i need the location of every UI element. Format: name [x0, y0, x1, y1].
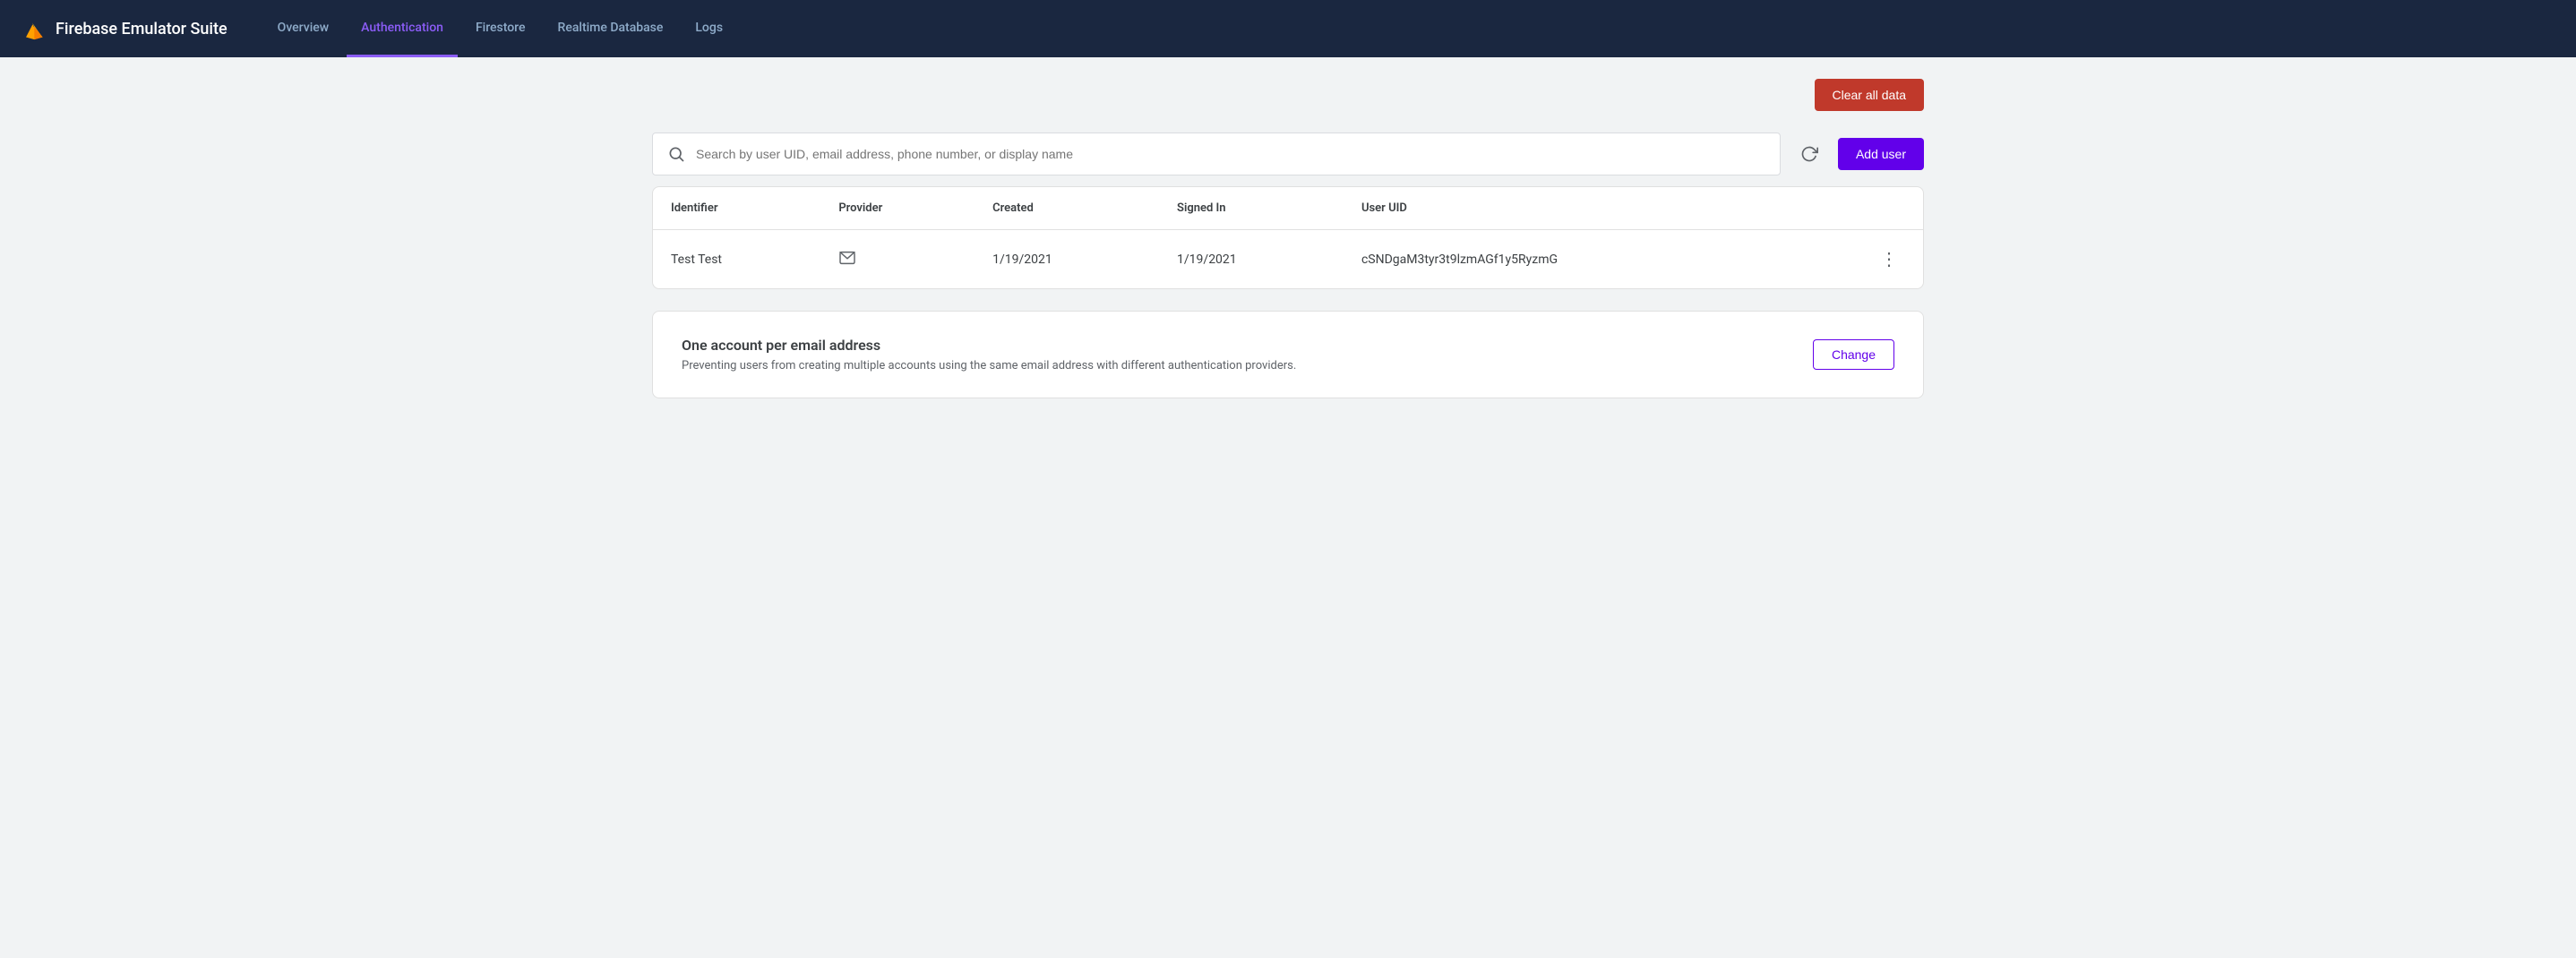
col-header-uid: User UID: [1344, 187, 1791, 230]
col-header-identifier: Identifier: [653, 187, 820, 230]
add-user-button[interactable]: Add user: [1838, 138, 1924, 170]
col-header-created: Created: [975, 187, 1159, 230]
table-header-row: Identifier Provider Created Signed In Us…: [653, 187, 1923, 230]
search-row: Add user: [652, 133, 1924, 175]
col-header-signed-in: Signed In: [1159, 187, 1344, 230]
change-button[interactable]: Change: [1813, 339, 1894, 370]
firebase-logo-icon: [21, 16, 47, 41]
cell-provider: [820, 230, 975, 289]
cell-signed-in: 1/19/2021: [1159, 230, 1344, 289]
cell-actions: ⋮: [1791, 230, 1923, 289]
app-title: Firebase Emulator Suite: [56, 20, 228, 38]
refresh-icon: [1800, 145, 1818, 163]
nav-item-authentication[interactable]: Authentication: [347, 0, 458, 57]
search-icon: [667, 145, 685, 163]
main-nav: Overview Authentication Firestore Realti…: [263, 0, 737, 57]
nav-item-logs[interactable]: Logs: [681, 0, 737, 57]
users-table-card: Identifier Provider Created Signed In Us…: [652, 186, 1924, 289]
nav-item-overview[interactable]: Overview: [263, 0, 343, 57]
cell-identifier: Test Test: [653, 230, 820, 289]
nav-item-firestore[interactable]: Firestore: [461, 0, 540, 57]
app-brand: Firebase Emulator Suite: [21, 16, 228, 41]
settings-description: Preventing users from creating multiple …: [682, 359, 1296, 372]
table-row: Test Test 1/19/2021 1/19/2021 cSNDgaM3ty…: [653, 230, 1923, 289]
search-input[interactable]: [696, 147, 1765, 161]
navbar: Firebase Emulator Suite Overview Authent…: [0, 0, 2576, 57]
cell-created: 1/19/2021: [975, 230, 1159, 289]
users-table: Identifier Provider Created Signed In Us…: [653, 187, 1923, 288]
col-header-actions: [1791, 187, 1923, 230]
email-provider-icon: [838, 251, 856, 265]
col-header-provider: Provider: [820, 187, 975, 230]
main-content: Clear all data Add user Identifier Provi…: [616, 57, 1960, 420]
settings-title: One account per email address: [682, 337, 1296, 354]
nav-item-realtime-database[interactable]: Realtime Database: [544, 0, 678, 57]
search-container: [652, 133, 1781, 175]
cell-uid: cSNDgaM3tyr3t9lzmAGf1y5RyzmG: [1344, 230, 1791, 289]
settings-card: One account per email address Preventing…: [652, 311, 1924, 398]
clear-all-button[interactable]: Clear all data: [1815, 79, 1925, 111]
action-bar: Clear all data: [652, 79, 1924, 111]
row-more-button[interactable]: ⋮: [1873, 244, 1905, 274]
settings-card-text: One account per email address Preventing…: [682, 337, 1296, 372]
refresh-button[interactable]: [1791, 136, 1827, 172]
